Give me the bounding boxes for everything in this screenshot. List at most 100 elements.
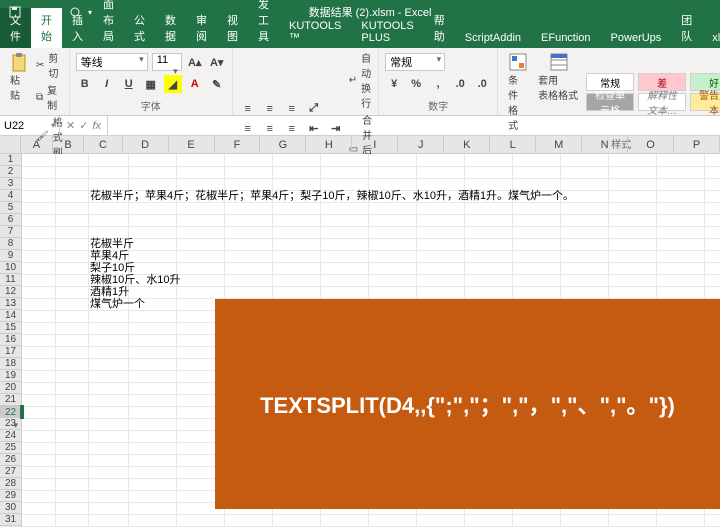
tab-review[interactable]: 审阅 [186, 8, 217, 48]
row-header[interactable]: 29 [0, 490, 21, 502]
row-header[interactable]: 27 [0, 466, 21, 478]
italic-button[interactable]: I [98, 75, 116, 93]
tab-layout[interactable]: 页面布局 [93, 0, 124, 48]
font-size-select[interactable]: 11 [152, 53, 182, 71]
font-name-select[interactable]: 等线 [76, 53, 148, 71]
inc-decimal-icon[interactable]: .0 [451, 75, 469, 93]
border-button[interactable]: ▦ [142, 75, 160, 93]
tab-team[interactable]: 团队 [671, 8, 702, 48]
column-header[interactable]: L [490, 136, 536, 153]
row-header[interactable]: 9 [0, 250, 21, 262]
orientation-icon[interactable]: ⤢ [305, 100, 323, 118]
column-header[interactable]: C [84, 136, 122, 153]
row-header[interactable]: 6 [0, 214, 21, 226]
row-header[interactable]: 7 [0, 226, 21, 238]
column-header[interactable]: F [215, 136, 261, 153]
column-header[interactable]: E [169, 136, 215, 153]
row-header[interactable]: 4 [0, 190, 21, 202]
row-header[interactable]: 28 [0, 478, 21, 490]
cell-value[interactable]: 梨子10斤 [88, 262, 137, 274]
column-header[interactable]: A [21, 136, 53, 153]
tab-view[interactable]: 视图 [217, 8, 248, 48]
column-header[interactable]: P [674, 136, 720, 153]
row-header[interactable]: 18 [0, 358, 21, 370]
align-bottom-icon[interactable]: ≡ [283, 100, 301, 118]
number-format-select[interactable]: 常规 [385, 53, 445, 71]
row-header[interactable]: 30 [0, 502, 21, 514]
cut-button[interactable]: ✂剪切 [36, 50, 63, 80]
tab-help[interactable]: 帮助 [424, 8, 455, 48]
tab-dev[interactable]: 开发工具 [248, 0, 279, 48]
percent-icon[interactable]: % [407, 75, 425, 93]
tab-powerups[interactable]: PowerUps [601, 28, 672, 48]
row-header[interactable]: 11 [0, 274, 21, 286]
column-header[interactable]: N [582, 136, 628, 153]
row-header[interactable]: 2 [0, 166, 21, 178]
row-header[interactable]: 26 [0, 454, 21, 466]
fx-icon[interactable]: fx [92, 120, 101, 132]
row-header[interactable]: 10 [0, 262, 21, 274]
row-header[interactable]: 5 [0, 202, 21, 214]
fill-color-button[interactable]: ◢ [164, 75, 182, 93]
cell-value[interactable]: 煤气炉一个 [88, 298, 147, 310]
column-header[interactable]: D [123, 136, 169, 153]
column-header[interactable]: G [260, 136, 306, 153]
style-explanatory[interactable]: 解释性文本… [638, 93, 686, 111]
touch-mode-icon[interactable] [68, 5, 82, 19]
column-header[interactable]: I [352, 136, 398, 153]
row-header[interactable]: 12 [0, 286, 21, 298]
currency-icon[interactable]: ¥ [385, 75, 403, 93]
tab-kutools[interactable]: KUTOOLS ™ [279, 16, 351, 48]
column-header[interactable]: J [398, 136, 444, 153]
column-header[interactable]: B [53, 136, 85, 153]
comma-icon[interactable]: , [429, 75, 447, 93]
row-header[interactable]: 15 [0, 322, 21, 334]
row-header[interactable]: 3 [0, 178, 21, 190]
row-header[interactable]: 21 [0, 394, 21, 406]
dec-decimal-icon[interactable]: .0 [473, 75, 491, 93]
phonetic-button[interactable]: ✎ [208, 75, 226, 93]
row-header[interactable]: 31 [0, 514, 21, 526]
column-header[interactable]: H [306, 136, 352, 153]
tab-efunction[interactable]: EFunction [531, 28, 601, 48]
row-header[interactable]: 19 [0, 370, 21, 382]
cell-value[interactable]: 花椒半斤；苹果4斤；花椒半斤；苹果4斤；梨子10斤，辣椒10斤、水10升，酒精1… [88, 190, 576, 202]
row-header[interactable]: 8 [0, 238, 21, 250]
tab-xlwings[interactable]: xlwings [702, 28, 720, 48]
style-warning[interactable]: 警告文本 [690, 93, 720, 111]
row-header[interactable]: 14 [0, 310, 21, 322]
wrap-text-button[interactable]: ↵自动换行 [349, 50, 372, 110]
cell-value[interactable]: 花椒半斤 [88, 238, 136, 250]
save-icon[interactable] [8, 5, 22, 19]
undo-icon[interactable] [28, 5, 42, 19]
cell-value[interactable]: 苹果4斤 [88, 250, 131, 262]
row-header[interactable]: 25 [0, 442, 21, 454]
row-header[interactable]: 22 [0, 406, 22, 418]
row-header[interactable]: 20 [0, 382, 21, 394]
cells-area[interactable]: 花椒半斤；苹果4斤；花椒半斤；苹果4斤；梨子10斤，辣椒10斤、水10升，酒精1… [22, 154, 720, 527]
name-box[interactable]: U22 [0, 116, 60, 135]
row-header[interactable]: 13 [0, 298, 21, 310]
tab-data[interactable]: 数据 [155, 8, 186, 48]
enter-icon[interactable]: ✓ [79, 119, 88, 132]
row-header[interactable]: 17 [0, 346, 21, 358]
font-color-button[interactable]: A [186, 75, 204, 93]
decrease-font-icon[interactable]: A▾ [208, 53, 226, 71]
increase-font-icon[interactable]: A▴ [186, 53, 204, 71]
select-all-corner[interactable] [0, 136, 21, 154]
formula-input[interactable] [108, 116, 720, 135]
row-header[interactable]: 1 [0, 154, 21, 166]
underline-button[interactable]: U [120, 75, 138, 93]
tab-kutoolsplus[interactable]: KUTOOLS PLUS [351, 16, 423, 48]
column-header[interactable]: O [628, 136, 674, 153]
cell-value[interactable]: 辣椒10斤、水10升 [88, 274, 182, 286]
cancel-icon[interactable]: ✕ [66, 119, 75, 132]
row-header[interactable]: 16 [0, 334, 21, 346]
tab-formulas[interactable]: 公式 [124, 8, 155, 48]
copy-button[interactable]: ⧉复制 [36, 82, 63, 112]
cell-value[interactable]: 酒精1升 [88, 286, 131, 298]
style-check[interactable]: 检查单元格 [586, 93, 634, 111]
column-header[interactable]: M [536, 136, 582, 153]
tab-scriptaddin[interactable]: ScriptAddin [455, 28, 531, 48]
bold-button[interactable]: B [76, 75, 94, 93]
